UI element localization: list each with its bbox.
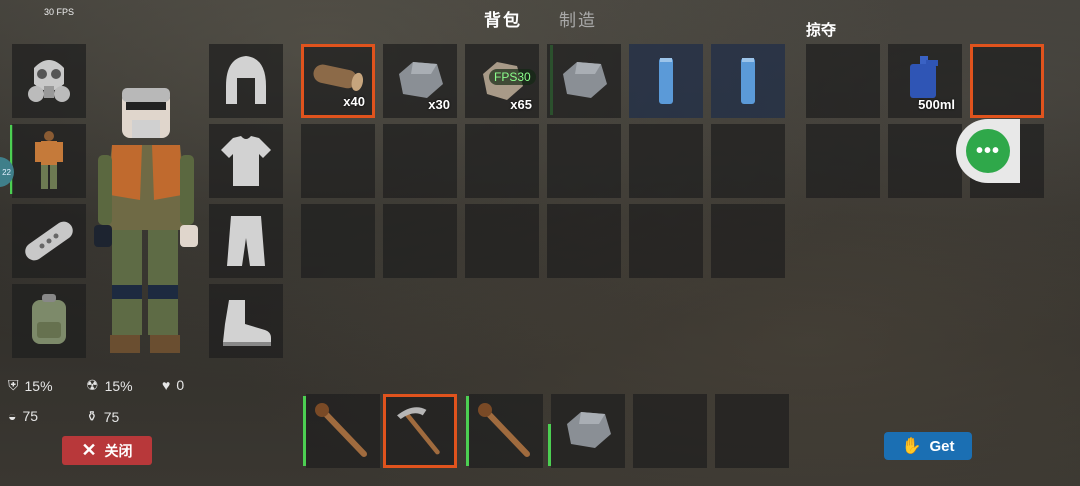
tab-crafting[interactable]: 制造 [559,6,597,31]
backpack-slot-12[interactable] [711,124,785,198]
bottle-icon: ⚱ [86,408,98,424]
backpack-slot-15[interactable] [465,204,539,278]
hotbar-slot-4[interactable] [551,394,625,468]
backpack-slot-11[interactable] [629,124,703,198]
backpack-slot-17[interactable] [629,204,703,278]
character-figure [94,88,198,353]
loot-slot-4[interactable] [806,124,880,198]
backpack-slot-10[interactable] [547,124,621,198]
food-stat: ◒ 75 [8,408,39,424]
item-quantity: x65 [510,97,532,112]
helmet-slot[interactable] [209,44,283,118]
loot-slot-3[interactable] [970,44,1044,118]
hand-icon: ✋ [901,438,922,455]
item-quantity: 500ml [918,97,955,112]
shirt-icon [221,136,271,186]
torch-icon [478,403,530,457]
stone-icon [567,412,611,448]
radiation-stat: ☢ 15% [86,377,133,394]
chat-bubble[interactable]: ••• [956,119,1020,183]
backpack-slot-5[interactable] [629,44,703,118]
backpack-slot-13[interactable] [301,204,375,278]
torch-icon [315,403,367,457]
bandage-icon [25,221,73,261]
hotbar-slot-3[interactable] [469,394,543,468]
item-quantity: x30 [428,97,450,112]
close-icon: ✕ [81,440,97,460]
item-quantity: x40 [343,94,365,109]
bandage-slot[interactable] [12,204,86,278]
gas-mask-icon [28,60,70,102]
heart-icon: ♥ [162,377,171,393]
soda-can-icon [741,58,755,104]
pants-slot[interactable] [209,204,283,278]
helmet-icon [226,56,266,104]
backpack-slot-18[interactable] [711,204,785,278]
pants-icon [227,216,265,266]
backpack-slot-7[interactable] [301,124,375,198]
armor-stat: ⛨ 15% [8,377,53,394]
stone-icon [563,62,607,98]
boots-slot[interactable] [209,284,283,358]
backpack-slot-16[interactable] [547,204,621,278]
backpack-slot-1[interactable]: x40 [301,44,375,118]
loot-slot-1[interactable] [806,44,880,118]
radiation-icon: ☢ [86,377,99,393]
backpack-slot-2[interactable]: x30 [383,44,457,118]
fps-overlay-badge: FPS30 [489,69,536,85]
backpack-slot-3[interactable]: FPS30 x65 [465,44,539,118]
backpack-slot-8[interactable] [383,124,457,198]
hazmat-suit-icon [35,131,63,189]
shirt-slot[interactable] [209,124,283,198]
backpack-slot-14[interactable] [383,204,457,278]
hotbar-slot-1[interactable] [306,394,380,468]
soda-can-icon [659,58,673,104]
more-dots-icon: ••• [966,129,1010,173]
backpack-slot-9[interactable] [465,124,539,198]
water-stat: ⚱ 75 [86,408,120,425]
fps-counter: 30 FPS [44,7,75,17]
bread-icon: ◒ [8,408,17,424]
gas-mask-slot[interactable] [12,44,86,118]
hotbar-slot-5[interactable] [633,394,707,468]
hotbar-slot-6[interactable] [715,394,789,468]
pickaxe-icon [397,407,440,455]
backpack-slot-6[interactable] [711,44,785,118]
loot-slot-5[interactable] [888,124,962,198]
suit-slot[interactable] [12,124,86,198]
loot-slot-2[interactable]: 500ml [888,44,962,118]
backpack-slot-4[interactable] [547,44,621,118]
hotbar-slot-2[interactable] [383,394,457,468]
shield-icon: ⛨ [8,377,19,393]
health-stat: ♥ 0 [162,377,185,393]
backpack-slot[interactable] [12,284,86,358]
tab-backpack[interactable]: 背包 [484,6,522,31]
get-button[interactable]: ✋ Get [884,432,972,460]
loot-title: 掠夺 [806,22,837,39]
boots-icon [223,300,271,346]
close-button[interactable]: ✕ 关闭 [62,436,152,465]
backpack-icon [32,294,66,344]
